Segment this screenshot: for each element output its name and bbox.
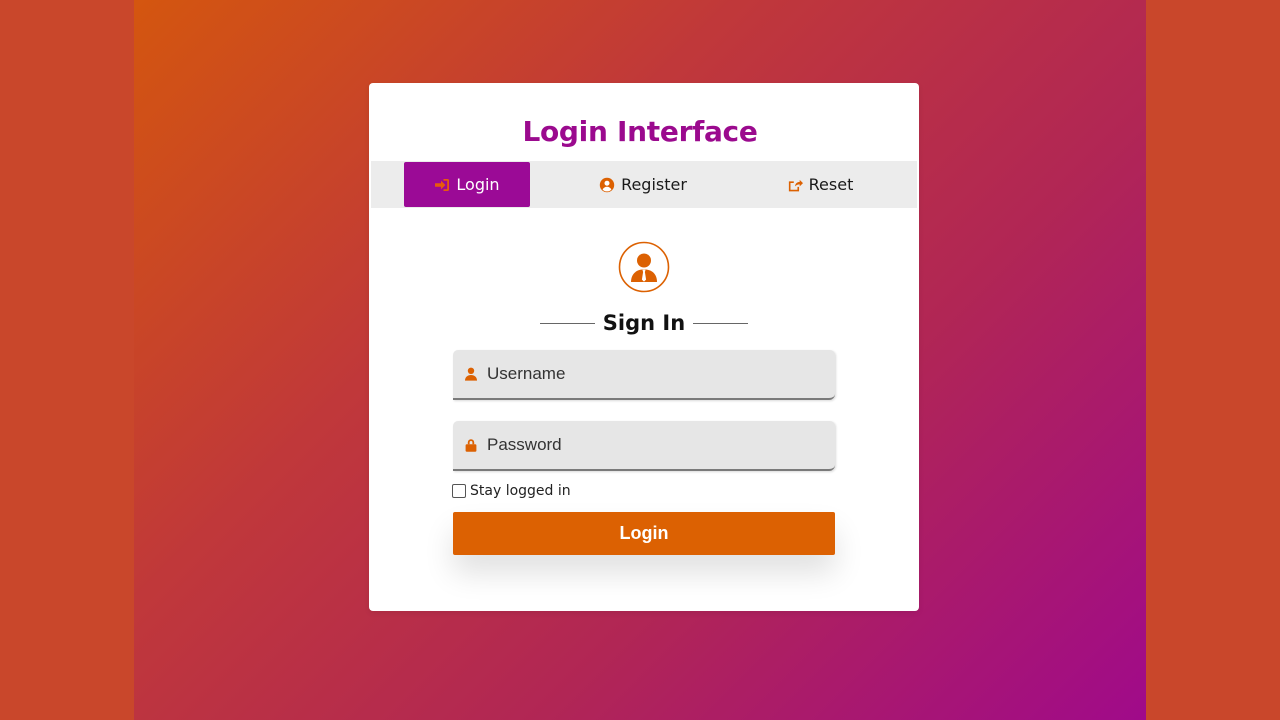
tab-reset[interactable]: Reset [757, 162, 883, 207]
tab-register-label: Register [621, 175, 687, 194]
heading-divider-right [693, 323, 748, 324]
username-field [453, 350, 835, 400]
share-square-icon [787, 177, 803, 193]
user-icon [464, 367, 478, 381]
sign-in-icon [434, 177, 450, 193]
sign-in-heading: Sign In [540, 306, 748, 340]
tab-login-label: Login [456, 175, 500, 194]
stay-logged-in: Stay logged in [452, 481, 571, 501]
user-circle-icon [599, 177, 615, 193]
tab-reset-label: Reset [808, 175, 854, 194]
lock-icon [464, 438, 478, 452]
password-input[interactable] [487, 435, 817, 455]
login-button[interactable]: Login [453, 512, 835, 555]
tab-register[interactable]: Register [580, 162, 706, 207]
tab-login[interactable]: Login [404, 162, 530, 207]
heading-divider-left [540, 323, 595, 324]
password-field [453, 421, 835, 471]
username-input[interactable] [487, 364, 817, 384]
stay-logged-in-checkbox[interactable] [452, 484, 466, 498]
stay-logged-in-label: Stay logged in [470, 483, 571, 499]
page-title: Login Interface [522, 115, 758, 148]
sign-in-text: Sign In [602, 311, 686, 335]
user-tie-icon [618, 241, 670, 293]
